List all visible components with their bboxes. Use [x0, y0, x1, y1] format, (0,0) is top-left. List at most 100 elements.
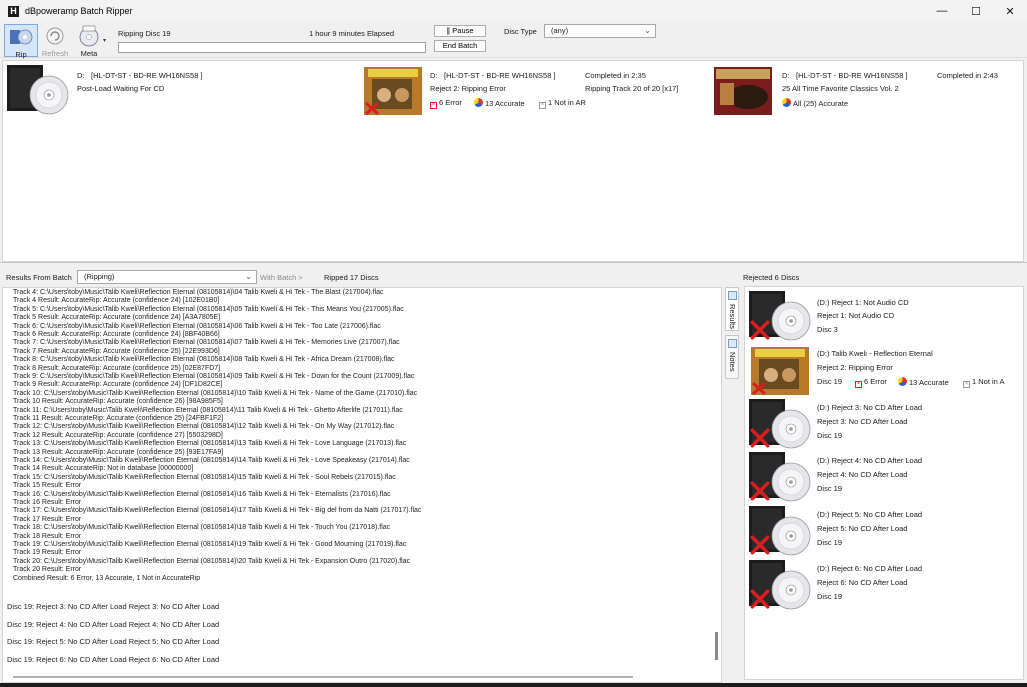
with-batch-button[interactable]: With Batch >: [260, 273, 303, 282]
log-line: Track 10: C:\Users\toby\Music\Talib Kwel…: [13, 389, 418, 397]
log-line: Track 11: C:\Users\toby\Music\Talib Kwel…: [13, 406, 403, 414]
ripping-disc-label: Ripping Disc 19: [118, 29, 171, 38]
rejected-item[interactable]: (D:) Reject 3: No CD After Load Reject 3…: [745, 397, 1023, 451]
not-in-ar-icon: ×: [539, 102, 546, 109]
reject-title: (D:) Talib Kweli - Reflection Eternal: [817, 349, 933, 358]
drive-slot-3: D: [HL-DT-ST - BD-RE WH16NS58 ] Complete…: [708, 61, 1025, 121]
reject-reason: Reject 4: No CD After Load: [817, 470, 908, 479]
log-line: Track 20: C:\Users\toby\Music\Talib Kwel…: [13, 557, 411, 565]
rejected-item[interactable]: (D:) Reject 1: Not Audio CD Reject 1: No…: [745, 289, 1023, 343]
reject-reason: Reject 1: Not Audio CD: [817, 311, 895, 320]
accurate-count: 13 Accurate: [474, 98, 525, 108]
rip-button[interactable]: Rip: [4, 24, 38, 59]
log-disc-line: Disc 19: Reject 5: No CD After Load Reje…: [7, 637, 220, 646]
drive-status: Reject 2: Ripping Error: [430, 84, 506, 93]
completed-time: Completed in 2:43: [937, 71, 998, 80]
log-disc-line: Disc 19: Reject 4: No CD After Load Reje…: [7, 619, 220, 629]
disc-type-value: (any): [551, 26, 569, 35]
log-line: Track 17 Result: Error: [13, 515, 82, 523]
log-line: Track 19: C:\Users\toby\Music\Talib Kwel…: [13, 541, 407, 548]
tab-results[interactable]: Results: [725, 287, 739, 331]
drive-letter: D:: [77, 71, 85, 80]
meta-label: Meta: [80, 49, 98, 58]
log-line: Track 15 Result: Error: [13, 482, 82, 490]
log-vertical-scrollbar[interactable]: [715, 632, 718, 660]
rejected-item[interactable]: (D:) Reject 6: No CD After Load Reject 6…: [745, 558, 1023, 612]
notes-tab-icon: [728, 339, 737, 348]
rejected-list[interactable]: (D:) Reject 1: Not Audio CD Reject 1: No…: [744, 286, 1024, 680]
log-disc-line: Disc 19: Reject 6: No CD After Load Reje…: [7, 654, 220, 664]
log-line: Track 5 Result: AccurateRip: Accurate (c…: [13, 314, 221, 322]
album-cover-reflection-eternal: [751, 347, 809, 395]
results-tab-icon: [728, 291, 737, 300]
cd-cover-icon: [7, 65, 69, 115]
drive-model: [HL-DT-ST - BD-RE WH16NS58 ]: [796, 71, 908, 80]
log-line: Track 13 Result: AccurateRip: Accurate (…: [13, 448, 224, 456]
reject-disc: Disc 3: [817, 325, 838, 334]
log-line: Track 14 Result: AccurateRip: Not in dat…: [13, 465, 194, 473]
album-cover-reflection-eternal: [364, 67, 422, 115]
log-line: Combined Result: 6 Error, 13 Accurate, 1…: [13, 574, 201, 582]
drive-slot-2: D: [HL-DT-ST - BD-RE WH16NS58 ] Complete…: [358, 61, 708, 121]
completed-time: Completed in 2:35: [585, 71, 646, 80]
reject-disc: Disc 19: [817, 484, 843, 493]
drive-status: Post-Load Waiting For CD: [77, 84, 165, 93]
log-line: Track 8 Result: AccurateRip: Accurate (c…: [13, 364, 221, 372]
batch-progress-bar: [118, 42, 426, 53]
close-button[interactable]: ✕: [993, 0, 1027, 22]
reject-disc: Disc 19: [817, 538, 843, 547]
log-line: Track 17: C:\Users\toby\Music\Talib Kwel…: [13, 507, 422, 515]
drive-letter: D:: [430, 71, 438, 80]
drive-slot-1: D: [HL-DT-ST - BD-RE WH16NS58 ] Post-Loa…: [3, 61, 358, 121]
reject-title: (D:) Reject 1: Not Audio CD: [817, 298, 909, 307]
tab-notes[interactable]: Notes: [725, 335, 739, 379]
drive-letter: D:: [782, 71, 790, 80]
reject-title: (D:) Reject 5: No CD After Load: [817, 510, 923, 519]
rejected-item[interactable]: (D:) Reject 4: No CD After Load Reject 4…: [745, 450, 1023, 504]
log-line: Track 5: C:\Users\toby\Music\Talib Kweli…: [13, 305, 404, 313]
window-title: dBpoweramp Batch Ripper: [25, 6, 133, 16]
reject-x-icon: [749, 427, 771, 449]
maximize-button[interactable]: ☐: [959, 0, 993, 22]
results-log[interactable]: Track 4: C:\Users\toby\Music\Talib Kweli…: [2, 287, 722, 683]
refresh-button[interactable]: Refresh: [38, 24, 72, 58]
log-line: Track 11 Result: AccurateRip: Accurate (…: [13, 415, 224, 422]
results-batch-select[interactable]: (Ripping) ⌄: [77, 270, 257, 284]
reject-disc: Disc 19: [817, 431, 843, 440]
reject-disc: Disc 19: [817, 377, 843, 386]
chevron-down-icon: ⌄: [644, 26, 651, 35]
meta-dropdown-arrow-icon[interactable]: ▾: [103, 37, 106, 44]
log-line: Track 7: C:\Users\toby\Music\Talib Kweli…: [13, 339, 400, 347]
ripped-count: Ripped 17 Discs: [324, 273, 379, 282]
meta-button[interactable]: Meta: [72, 24, 106, 58]
log-horizontal-scrollbar[interactable]: [13, 676, 633, 678]
log-line: Track 4 Result: AccurateRip: Accurate (c…: [13, 297, 220, 305]
reject-title: (D:) Reject 4: No CD After Load: [817, 456, 923, 465]
elapsed-time: 1 hour 9 minutes Elapsed: [309, 29, 395, 38]
log-line: Track 20 Result: Error: [13, 566, 82, 574]
accurate-count: 13 Accurate: [898, 377, 949, 387]
rejected-item[interactable]: (D:) Talib Kweli - Reflection Eternal Re…: [745, 343, 1023, 397]
rip-icon: [10, 29, 33, 45]
tab-results-label: Results: [728, 304, 737, 330]
rip-label: Rip: [15, 50, 27, 59]
error-icon: ×: [430, 102, 437, 109]
log-line: Track 7 Result: AccurateRip: Accurate (c…: [13, 347, 220, 355]
refresh-label: Refresh: [41, 49, 69, 58]
end-batch-button[interactable]: End Batch: [434, 40, 486, 52]
log-line: Track 18 Result: Error: [13, 532, 82, 540]
disc-type-select[interactable]: (any) ⌄: [544, 24, 656, 38]
rejected-title: Rejected 6 Discs: [743, 273, 800, 282]
results-from-batch-label: Results From Batch: [6, 273, 72, 282]
log-line: Track 12: C:\Users\toby\Music\Talib Kwel…: [13, 423, 395, 431]
not-in-ar-icon: ×: [963, 381, 970, 388]
minimize-button[interactable]: —: [925, 0, 959, 22]
accuraterip-icon: [474, 98, 483, 107]
chevron-down-icon: ⌄: [245, 272, 252, 281]
log-line: Track 12 Result: AccurateRip: Accurate (…: [13, 431, 223, 439]
log-line: Track 9 Result: AccurateRip: Accurate (c…: [13, 381, 223, 389]
log-disc-line: Disc 19: Reject 3: No CD After Load Reje…: [7, 602, 220, 611]
pause-button[interactable]: ∥ Pause: [434, 25, 486, 37]
title-bar: H dBpoweramp Batch Ripper — ☐ ✕: [0, 0, 1027, 22]
rejected-item[interactable]: (D:) Reject 5: No CD After Load Reject 5…: [745, 504, 1023, 558]
